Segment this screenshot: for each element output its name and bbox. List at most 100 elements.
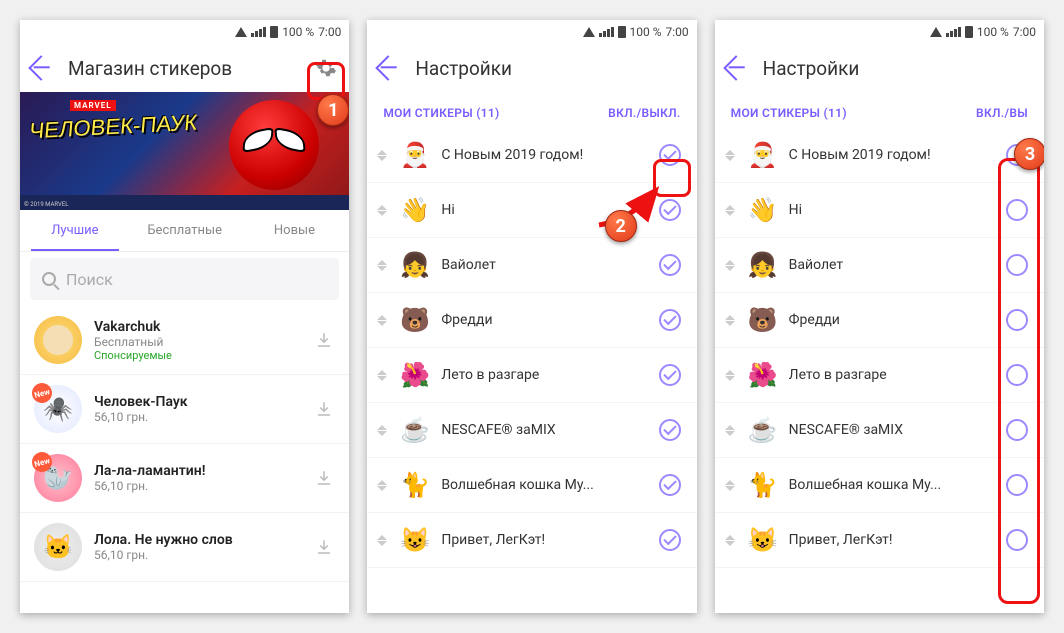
sticker-row[interactable]: ☕NESCAFE® заMIX <box>367 403 696 458</box>
new-badge: New <box>30 450 54 474</box>
drag-handle-icon[interactable] <box>375 315 389 326</box>
toggle-check[interactable] <box>659 529 681 551</box>
highlight-box-toggles-column <box>998 158 1040 604</box>
sticker-row[interactable]: 👧 Вайолет <box>715 238 1044 293</box>
header-toggle: ВКЛ./ВЫ <box>976 106 1028 120</box>
sticker-thumb: 🐈 <box>397 467 433 503</box>
sticker-name: Вайолет <box>789 257 998 273</box>
sticker-row[interactable]: 🐻 Фредди <box>367 293 696 348</box>
drag-handle-icon[interactable] <box>723 370 737 381</box>
battery-percent: 100 % <box>977 25 1009 39</box>
back-icon[interactable] <box>376 55 401 80</box>
wifi-icon <box>930 27 942 37</box>
store-item[interactable]: Лола. Не нужно слов 56,10 грн. <box>20 513 349 582</box>
section-header: МОИ СТИКЕРЫ (11) ВКЛ./ВЫКЛ. <box>367 92 696 128</box>
app-bar: Магазин стикеров <box>20 44 349 92</box>
sticker-thumb: 🌺 <box>397 357 433 393</box>
page-title: Настройки <box>415 57 684 80</box>
sticker-name: С Новым 2019 годом! <box>441 147 650 163</box>
callout-2: 2 <box>605 210 637 242</box>
drag-handle-icon[interactable] <box>375 535 389 546</box>
drag-handle-icon[interactable] <box>375 260 389 271</box>
download-icon[interactable] <box>313 467 335 489</box>
battery-percent: 100 % <box>282 25 314 39</box>
featured-banner[interactable]: MARVEL ЧЕЛОВЕК-ПАУК © 2019 MARVEL <box>20 92 349 210</box>
download-icon[interactable] <box>313 398 335 420</box>
app-bar: Настройки <box>367 44 696 92</box>
sticker-row[interactable]: 🎅 С Новым 2019 годом! <box>367 128 696 183</box>
drag-handle-icon[interactable] <box>723 315 737 326</box>
drag-handle-icon[interactable] <box>723 535 737 546</box>
toggle-check[interactable] <box>659 254 681 276</box>
search-icon <box>42 272 56 286</box>
sticker-row[interactable]: ☕NESCAFE® заMIX <box>715 403 1044 458</box>
city-silhouette <box>20 180 349 210</box>
sticker-row[interactable]: 😺 Привет, ЛегКэт! <box>715 513 1044 568</box>
back-icon[interactable] <box>28 55 53 80</box>
sticker-thumb: 🎅 <box>397 137 433 173</box>
toggle-check[interactable] <box>659 474 681 496</box>
page-title: Настройки <box>763 57 1032 80</box>
pack-sponsor: Спонсируемые <box>94 349 301 362</box>
pack-thumb <box>34 523 82 571</box>
sticker-row[interactable]: 🐻Фредди <box>715 293 1044 348</box>
banner-copyright: © 2019 MARVEL <box>24 201 69 208</box>
spiderman-art <box>229 100 319 190</box>
tab-free[interactable]: Бесплатные <box>130 210 240 251</box>
drag-handle-icon[interactable] <box>375 425 389 436</box>
drag-handle-icon[interactable] <box>723 150 737 161</box>
battery-icon <box>618 26 626 38</box>
sticker-row[interactable]: 🌺Лето в разгаре <box>367 348 696 403</box>
download-icon[interactable] <box>313 536 335 558</box>
drag-handle-icon[interactable] <box>375 205 389 216</box>
tab-best[interactable]: Лучшие <box>20 210 130 251</box>
store-item[interactable]: Vakarchuk Бесплатный Спонсируемые <box>20 306 349 375</box>
sticker-row[interactable]: 🎅С Новым 2019 годом! <box>715 128 1044 183</box>
search-bar[interactable]: Поиск <box>30 258 339 300</box>
sticker-thumb: 👧 <box>745 247 781 283</box>
sticker-row[interactable]: 😺 Привет, ЛегКэт! <box>367 513 696 568</box>
status-time: 7:00 <box>1013 25 1036 39</box>
drag-handle-icon[interactable] <box>723 480 737 491</box>
sticker-thumb: 🌺 <box>745 357 781 393</box>
tab-new[interactable]: Новые <box>240 210 350 251</box>
pack-price: 56,10 грн. <box>94 410 301 424</box>
sticker-row[interactable]: 👋Hi <box>715 183 1044 238</box>
sticker-row[interactable]: 🌺Лето в разгаре <box>715 348 1044 403</box>
back-icon[interactable] <box>723 55 748 80</box>
sticker-name: Привет, ЛегКэт! <box>789 532 998 548</box>
search-placeholder: Поиск <box>66 270 113 289</box>
signal-icon <box>599 27 614 37</box>
pack-price: 56,10 грн. <box>94 548 301 562</box>
pack-thumb: New <box>34 385 82 433</box>
signal-icon <box>946 27 961 37</box>
sticker-thumb: 🐻 <box>397 302 433 338</box>
drag-handle-icon[interactable] <box>723 260 737 271</box>
sticker-name: Привет, ЛегКэт! <box>441 532 650 548</box>
toggle-check[interactable] <box>659 309 681 331</box>
drag-handle-icon[interactable] <box>375 480 389 491</box>
battery-percent: 100 % <box>630 25 662 39</box>
store-item[interactable]: New Человек-Паук 56,10 грн. <box>20 375 349 444</box>
pack-thumb: New <box>34 454 82 502</box>
sticker-thumb: 👋 <box>397 192 433 228</box>
drag-handle-icon[interactable] <box>375 370 389 381</box>
download-icon[interactable] <box>313 329 335 351</box>
sticker-row[interactable]: 🐈Волшебная кошка Му... <box>715 458 1044 513</box>
sticker-thumb: 😺 <box>745 522 781 558</box>
drag-handle-icon[interactable] <box>723 425 737 436</box>
store-item[interactable]: New Ла-ла-ламантин! 56,10 грн. <box>20 444 349 513</box>
sticker-name: Фредди <box>789 312 998 328</box>
signal-icon <box>251 27 266 37</box>
pack-name: Vakarchuk <box>94 319 301 335</box>
status-time: 7:00 <box>666 25 689 39</box>
toggle-check[interactable] <box>659 364 681 386</box>
store-tabs: Лучшие Бесплатные Новые <box>20 210 349 252</box>
sticker-thumb: 😺 <box>397 522 433 558</box>
sticker-row[interactable]: 👧Вайолет <box>367 238 696 293</box>
sticker-name: Фредди <box>441 312 650 328</box>
sticker-row[interactable]: 🐈Волшебная кошка Му... <box>367 458 696 513</box>
drag-handle-icon[interactable] <box>375 150 389 161</box>
drag-handle-icon[interactable] <box>723 205 737 216</box>
toggle-check[interactable] <box>659 419 681 441</box>
